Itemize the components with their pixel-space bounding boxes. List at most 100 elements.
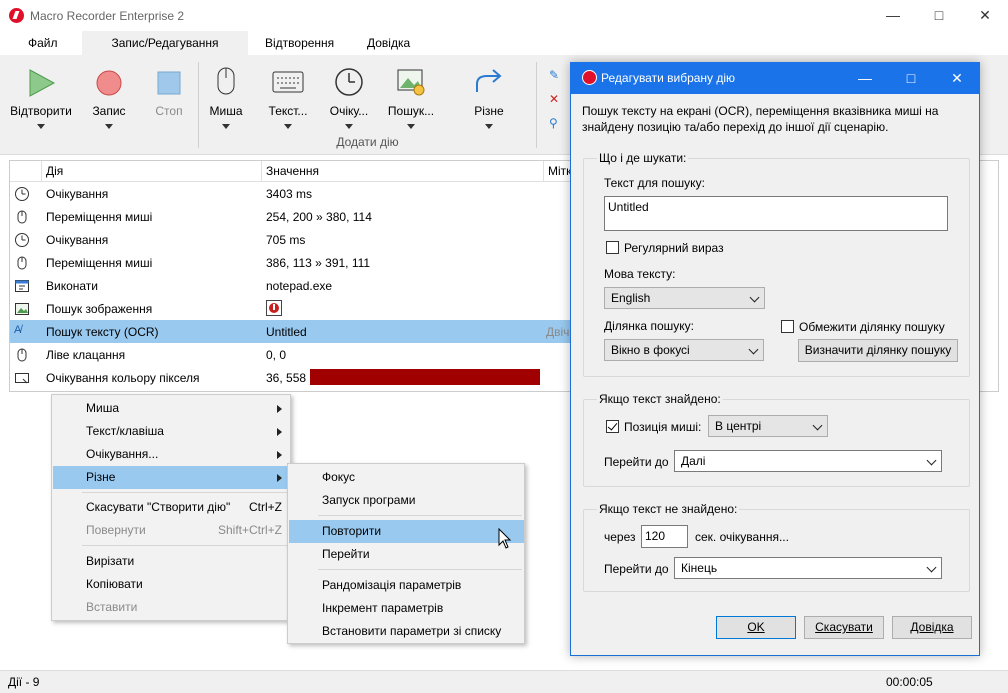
ocr-icon: A̸ — [14, 324, 22, 336]
found-group-label: Якщо текст знайдено: — [597, 392, 723, 406]
table-row[interactable]: Ліве клацання 0, 0 — [10, 343, 572, 366]
table-row-selected[interactable]: A̸ Пошук тексту (OCR) Untitled Двіч — [10, 320, 572, 343]
text-button[interactable]: Текст... — [262, 66, 314, 129]
ctx-item-mouse[interactable]: Миша — [53, 397, 290, 420]
regex-label: Регулярний вираз — [624, 241, 724, 255]
ctx-item-undo[interactable]: Скасувати "Створити дію" Ctrl+Z — [53, 496, 290, 519]
table-row[interactable]: Очікування 705 ms — [10, 228, 572, 251]
goto-found-select[interactable]: Далі — [674, 450, 942, 472]
dialog-minimize-button[interactable]: — — [842, 62, 888, 94]
play-icon — [29, 69, 56, 97]
row-action: Очікування — [46, 233, 109, 247]
record-label: Запис — [92, 104, 126, 118]
find-icon[interactable]: ⚲ — [549, 116, 558, 130]
ctx-item-wait[interactable]: Очікування... — [53, 443, 290, 466]
after-label: через — [604, 530, 636, 544]
search-area-value: Вікно в фокусі — [611, 343, 690, 357]
mouse-position-checkbox[interactable] — [606, 420, 619, 433]
misc-button[interactable]: Різне — [464, 66, 514, 129]
ctx-item-text-key[interactable]: Текст/клавіша — [53, 420, 290, 443]
search-text-field[interactable]: Untitled — [604, 196, 948, 231]
column-header-value[interactable]: Значення — [262, 161, 544, 182]
window-title: Macro Recorder Enterprise 2 — [30, 9, 185, 23]
menu-edit[interactable]: Запис/Редагування — [82, 31, 248, 55]
submenu-item-set-from-list[interactable]: Встановити параметри зі списку — [289, 620, 524, 643]
table-row[interactable]: Очікування кольору пікселя 36, 558 — [10, 366, 572, 389]
goto-notfound-label: Перейти до — [604, 562, 669, 576]
submenu-separator — [318, 569, 522, 570]
ctx-separator — [82, 545, 288, 546]
table-row[interactable]: Переміщення миші 386, 113 » 391, 111 — [10, 251, 572, 274]
delete-x-icon[interactable]: ✕ — [549, 92, 559, 106]
regex-checkbox[interactable] — [606, 241, 619, 254]
mouse-position-label: Позиція миші: — [624, 420, 702, 434]
close-button[interactable]: ✕ — [962, 0, 1008, 31]
row-value: 386, 113 » 391, 111 — [266, 256, 371, 270]
menu-playback[interactable]: Відтворення — [253, 31, 346, 55]
ribbon-separator — [536, 62, 537, 148]
submenu-item-goto[interactable]: Перейти — [289, 543, 524, 566]
misc-submenu: Фокус Запуск програми Повторити Перейти … — [287, 463, 525, 644]
ctx-item-redo[interactable]: Повернути Shift+Ctrl+Z — [53, 519, 290, 542]
wait-button[interactable]: Очіку... — [324, 66, 374, 129]
maximize-button[interactable]: □ — [916, 0, 962, 31]
mouse-position-select[interactable]: В центрі — [708, 415, 828, 437]
help-button[interactable]: Довідка — [892, 616, 972, 639]
stop-button[interactable]: Стоп — [144, 66, 194, 118]
record-button[interactable]: Запис — [82, 66, 136, 129]
ribbon-separator — [198, 62, 199, 148]
row-action: Виконати — [46, 279, 99, 293]
search-label: Пошук... — [387, 104, 435, 118]
ctx-item-copy[interactable]: Копіювати — [53, 573, 290, 596]
pixel-icon — [15, 373, 29, 384]
language-select[interactable]: English — [604, 287, 765, 309]
search-area-select[interactable]: Вікно в фокусі — [604, 339, 764, 361]
status-action-count: Дії - 9 — [8, 675, 40, 689]
help-label: Довідка — [910, 620, 954, 634]
goto-notfound-select[interactable]: Кінець — [674, 557, 942, 579]
menu-help[interactable]: Довідка — [355, 31, 422, 55]
image-thumbnail — [266, 300, 282, 316]
row-action: Пошук тексту (OCR) — [46, 325, 159, 339]
table-row[interactable]: Очікування 3403 ms — [10, 182, 572, 205]
table-row[interactable]: Пошук зображення — [10, 297, 572, 320]
search-button[interactable]: Пошук... — [384, 66, 438, 129]
submenu-separator — [318, 515, 522, 516]
table-row[interactable]: Переміщення миші 254, 200 » 380, 114 — [10, 205, 572, 228]
goto-found-label: Перейти до — [604, 455, 669, 469]
submenu-item-increment[interactable]: Інкремент параметрів — [289, 597, 524, 620]
submenu-item-focus[interactable]: Фокус — [289, 466, 524, 489]
mouse-button[interactable]: Миша — [204, 66, 248, 129]
define-area-button[interactable]: Визначити ділянку пошуку — [798, 339, 958, 362]
submenu-item-launch[interactable]: Запуск програми — [289, 489, 524, 512]
limit-area-checkbox[interactable] — [781, 320, 794, 333]
keyboard-icon — [272, 71, 304, 93]
status-time: 00:00:05 — [886, 675, 933, 689]
ok-button[interactable]: OK — [716, 616, 796, 639]
table-row[interactable]: Виконати notepad.exe — [10, 274, 572, 297]
chevron-down-icon — [926, 562, 937, 573]
submenu-item-randomize[interactable]: Рандомізація параметрів — [289, 574, 524, 597]
submenu-item-repeat[interactable]: Повторити — [289, 520, 524, 543]
chevron-down-icon — [926, 455, 937, 466]
dialog-maximize-button[interactable]: □ — [888, 62, 934, 94]
app-logo-icon — [9, 8, 24, 23]
cancel-button[interactable]: Скасувати — [804, 616, 884, 639]
ctx-item-cut[interactable]: Вирізати — [53, 550, 290, 573]
what-where-group-label: Що і де шукати: — [597, 151, 689, 165]
dialog-description: Пошук тексту на екрані (OCR), переміщенн… — [582, 104, 939, 134]
minimize-button[interactable]: — — [870, 0, 916, 31]
chevron-down-icon — [749, 292, 760, 303]
edit-pencil-icon[interactable]: ✎ — [549, 68, 559, 82]
image-icon — [15, 303, 29, 315]
ctx-item-paste[interactable]: Вставити — [53, 596, 290, 619]
row-action: Пошук зображення — [46, 302, 153, 316]
wait-seconds-field[interactable]: 120 — [641, 525, 688, 548]
language-label: Мова тексту: — [604, 267, 676, 281]
wait-label: Очіку... — [329, 104, 369, 118]
column-header-action[interactable]: Дія — [42, 161, 262, 182]
dialog-close-button[interactable]: ✕ — [934, 62, 980, 94]
play-button[interactable]: Відтворити — [6, 66, 76, 129]
ctx-item-misc[interactable]: Різне — [53, 466, 290, 489]
menu-file[interactable]: Файл — [16, 31, 70, 55]
